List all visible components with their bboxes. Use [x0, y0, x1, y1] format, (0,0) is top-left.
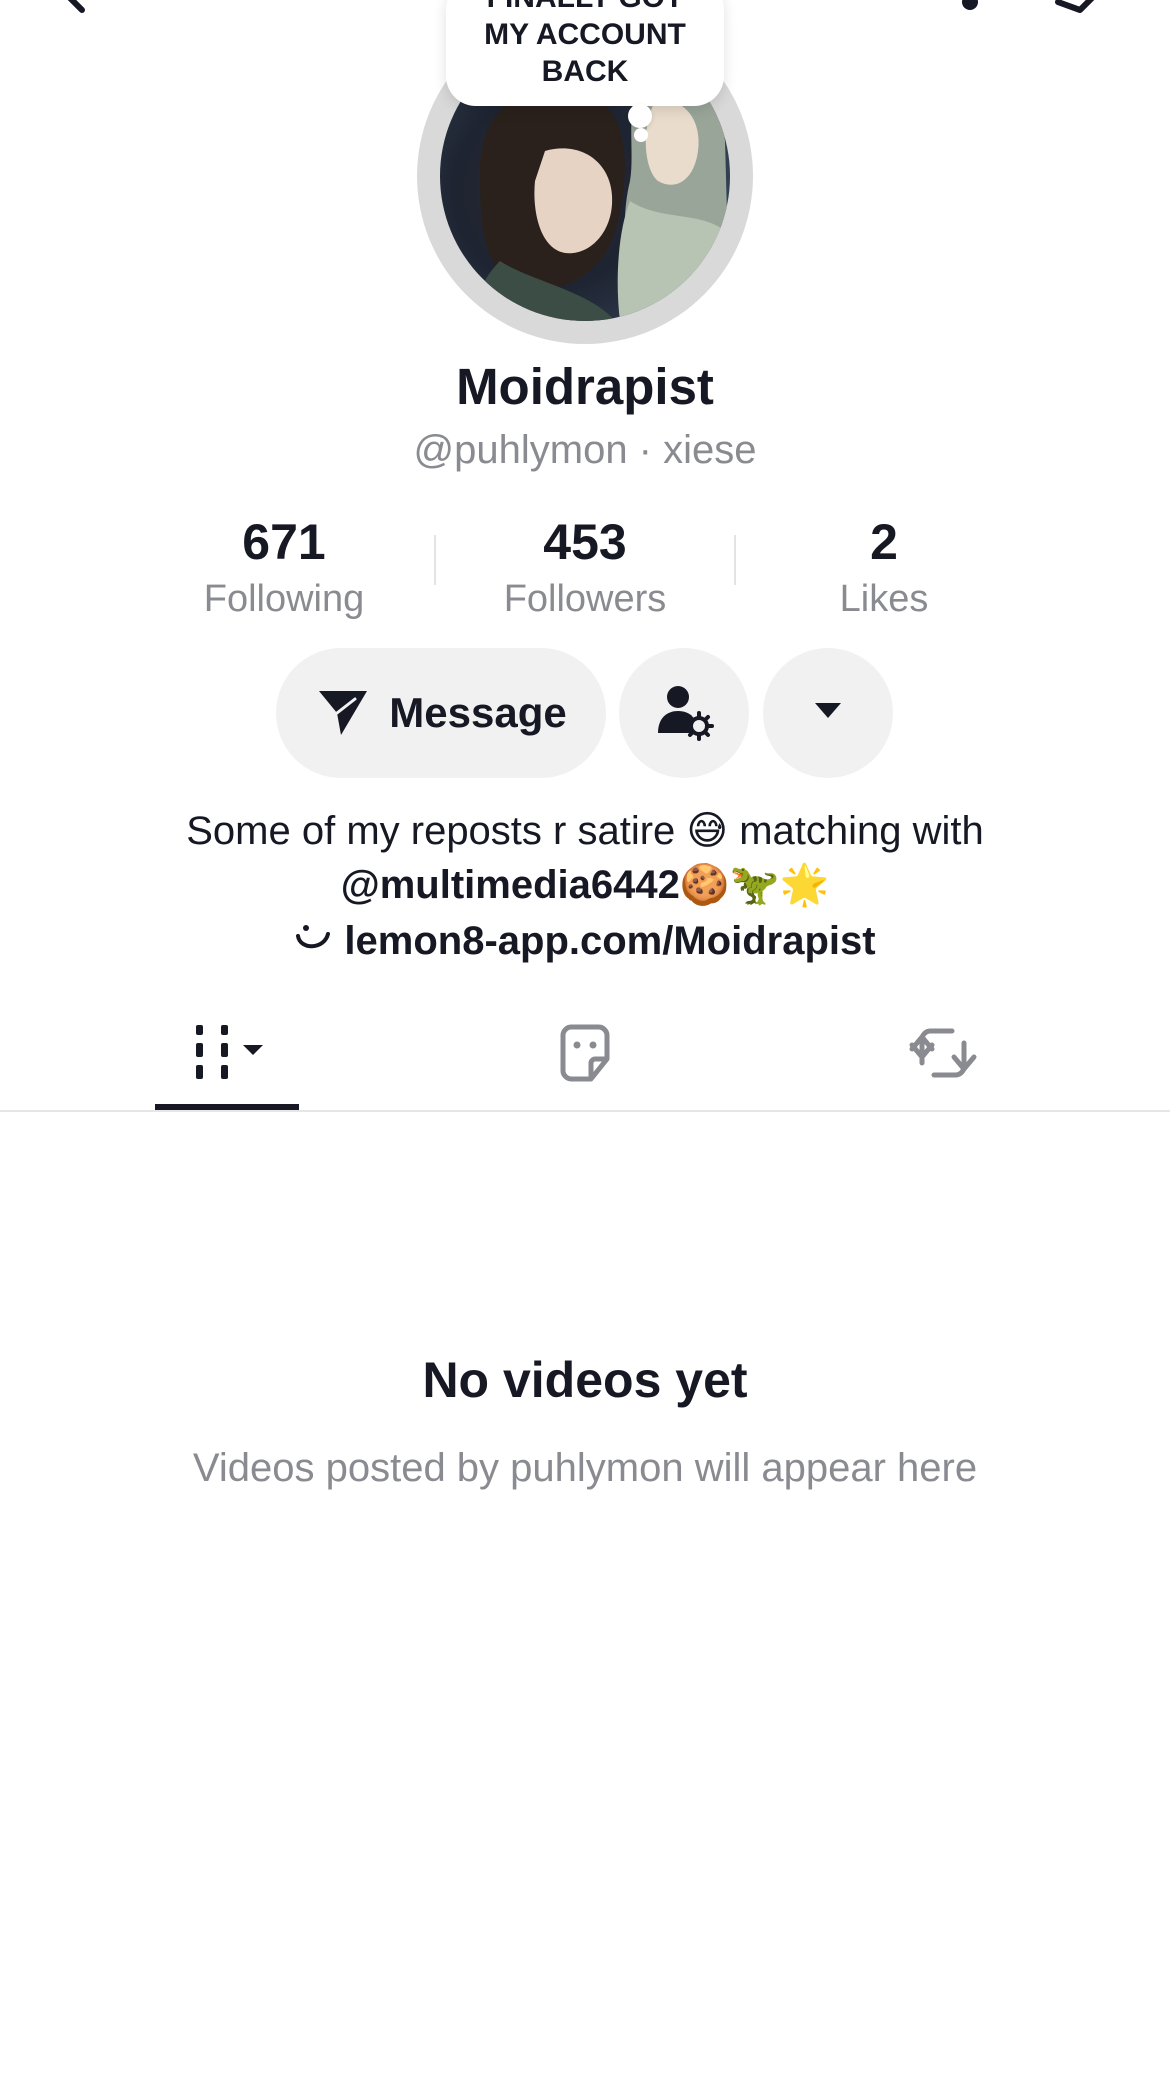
- user-gear-icon: [654, 681, 714, 746]
- grid-icon: [177, 1023, 277, 1088]
- note-bubble-tail-dot: [634, 128, 648, 142]
- tab-favorites[interactable]: [500, 1010, 670, 1100]
- back-icon[interactable]: [52, 0, 92, 19]
- message-button-label: Message: [389, 689, 567, 736]
- more-options-button[interactable]: [763, 648, 893, 778]
- empty-state-title: No videos yet: [422, 1352, 748, 1408]
- share-icon[interactable]: [1050, 0, 1100, 19]
- caret-down-icon: [813, 701, 843, 726]
- tabs-divider: [0, 1110, 1170, 1112]
- stat-following-value: 671: [242, 514, 326, 570]
- display-name: Moidrapist: [456, 358, 714, 415]
- bio: Some of my reposts r satire 😅 matching w…: [0, 804, 1170, 970]
- stat-likes[interactable]: 2 Likes: [734, 510, 1034, 624]
- notification-icon[interactable]: [950, 0, 990, 19]
- note-text: FINALLY GOT MY ACCOUNT BACK: [484, 0, 686, 88]
- bio-emojis: 🍪🦖🌟: [679, 863, 830, 907]
- bio-mention-line: @multimedia6442🍪🦖🌟: [0, 858, 1170, 912]
- bio-link-line[interactable]: lemon8-app.com/Moidrapist: [0, 914, 1170, 970]
- empty-state-subtitle: Videos posted by puhlymon will appear he…: [192, 1446, 978, 1490]
- tab-reposts[interactable]: [858, 1010, 1028, 1100]
- friend-settings-button[interactable]: [619, 648, 749, 778]
- send-icon: [315, 683, 371, 744]
- sticker-icon: [553, 1021, 617, 1090]
- message-button[interactable]: Message: [276, 648, 606, 778]
- stat-likes-label: Likes: [839, 578, 929, 620]
- handle-pronouns: @puhlymon · xiese: [413, 428, 757, 472]
- bio-mention[interactable]: @multimedia6442: [341, 863, 680, 907]
- note-bubble[interactable]: FINALLY GOT MY ACCOUNT BACK: [446, 0, 724, 106]
- repost-icon: [908, 1021, 978, 1090]
- stat-followers-label: Followers: [503, 578, 667, 620]
- smile-link-icon: [294, 916, 334, 970]
- bio-text: Some of my reposts r satire 😅 matching w…: [186, 809, 984, 853]
- stat-following[interactable]: 671 Following: [134, 510, 434, 624]
- stat-following-label: Following: [203, 578, 365, 620]
- stat-likes-value: 2: [870, 514, 898, 570]
- stat-followers[interactable]: 453 Followers: [435, 510, 735, 624]
- note-bubble-tail: [628, 104, 652, 128]
- bio-link[interactable]: lemon8-app.com/Moidrapist: [344, 919, 875, 963]
- tab-videos[interactable]: [142, 1010, 312, 1100]
- stat-followers-value: 453: [543, 514, 627, 570]
